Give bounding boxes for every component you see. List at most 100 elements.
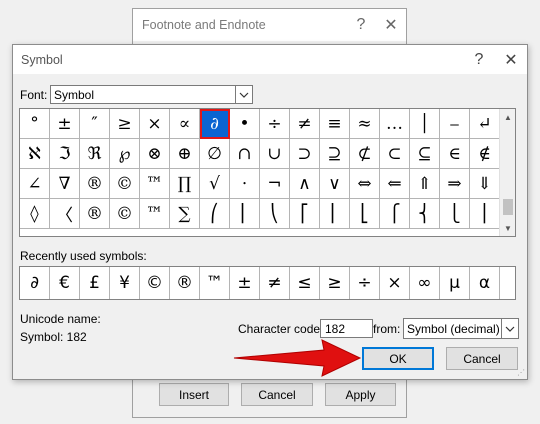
- character-code-input[interactable]: 182: [320, 319, 373, 338]
- symbol-cell[interactable]: ∂: [200, 109, 230, 139]
- resize-grip-icon[interactable]: ⋰: [517, 368, 525, 377]
- recent-symbol-cell[interactable]: ≥: [320, 267, 350, 299]
- symbol-cell[interactable]: ↵: [470, 109, 500, 139]
- symbol-cell[interactable]: ⎣: [350, 199, 380, 229]
- footnote-close-icon[interactable]: ✕: [376, 15, 406, 35]
- symbol-cell[interactable]: ℘: [110, 139, 140, 169]
- symbol-cell[interactable]: ⎜: [230, 199, 260, 229]
- symbol-cell[interactable]: ∝: [170, 109, 200, 139]
- font-combobox[interactable]: Symbol: [50, 85, 253, 104]
- recent-symbol-cell[interactable]: €: [50, 267, 80, 299]
- symbol-cell[interactable]: ⊆: [410, 139, 440, 169]
- symbol-cell[interactable]: ™: [140, 199, 170, 229]
- from-chevron-down-icon[interactable]: [501, 319, 518, 338]
- symbol-cell[interactable]: ℜ: [80, 139, 110, 169]
- symbol-cell[interactable]: ⊂: [380, 139, 410, 169]
- symbol-cell[interactable]: …: [380, 109, 410, 139]
- footnote-help-icon[interactable]: ?: [346, 16, 376, 34]
- symbol-cell[interactable]: ⋅: [230, 169, 260, 199]
- recent-symbol-cell[interactable]: ≤: [290, 267, 320, 299]
- symbol-cell[interactable]: ∅: [200, 139, 230, 169]
- symbol-cell[interactable]: ⊕: [170, 139, 200, 169]
- symbol-cell[interactable]: ⇒: [440, 169, 470, 199]
- recent-symbol-cell[interactable]: ±: [230, 267, 260, 299]
- symbol-cell[interactable]: ⎡: [290, 199, 320, 229]
- recent-symbol-cell[interactable]: £: [80, 267, 110, 299]
- symbol-cell[interactable]: ⎧: [380, 199, 410, 229]
- recent-symbol-cell[interactable]: ©: [140, 267, 170, 299]
- font-dropdown-chevron-icon[interactable]: [235, 85, 253, 104]
- symbol-cell[interactable]: ⎪: [470, 199, 500, 229]
- symbol-cell[interactable]: ⇓: [470, 169, 500, 199]
- symbol-cell[interactable]: ∪: [260, 139, 290, 169]
- symbol-cell[interactable]: ∑: [170, 199, 200, 229]
- footnote-cancel-button[interactable]: Cancel: [241, 383, 313, 406]
- symbol-cell[interactable]: ®: [80, 199, 110, 229]
- recent-symbol-cell[interactable]: µ: [440, 267, 470, 299]
- recent-symbol-cell[interactable]: ¥: [110, 267, 140, 299]
- symbol-cell[interactable]: ℑ: [50, 139, 80, 169]
- symbol-cell[interactable]: ¬: [260, 169, 290, 199]
- symbol-cell[interactable]: ∧: [290, 169, 320, 199]
- apply-button[interactable]: Apply: [325, 383, 396, 406]
- symbol-cell[interactable]: ©: [110, 169, 140, 199]
- symbol-cell[interactable]: ⇔: [350, 169, 380, 199]
- recent-symbol-cell[interactable]: ≠: [260, 267, 290, 299]
- cancel-button[interactable]: Cancel: [446, 347, 518, 370]
- recent-symbol-cell[interactable]: α: [470, 267, 500, 299]
- recent-symbol-cell[interactable]: ∞: [410, 267, 440, 299]
- symbol-cell[interactable]: ⎢: [320, 199, 350, 229]
- symbol-cell[interactable]: ©: [110, 199, 140, 229]
- recent-symbol-cell[interactable]: ®: [170, 267, 200, 299]
- symbol-cell[interactable]: °: [20, 109, 50, 139]
- symbol-cell[interactable]: ⎩: [440, 199, 470, 229]
- recent-symbol-cell[interactable]: ∂: [20, 267, 50, 299]
- symbol-cell[interactable]: ∈: [440, 139, 470, 169]
- symbol-cell[interactable]: ∠: [20, 169, 50, 199]
- from-select[interactable]: Symbol (decimal): [403, 318, 519, 339]
- symbol-cell[interactable]: ⎯: [440, 109, 470, 139]
- scroll-down-icon[interactable]: ▼: [500, 220, 515, 236]
- symbol-cell[interactable]: •: [230, 109, 260, 139]
- symbol-cell[interactable]: ⎨: [410, 199, 440, 229]
- symbol-cell[interactable]: ±: [50, 109, 80, 139]
- symbol-cell[interactable]: 〈: [50, 199, 80, 229]
- symbol-cell[interactable]: ×: [140, 109, 170, 139]
- symbol-cell[interactable]: ∏: [170, 169, 200, 199]
- symbol-cell[interactable]: ÷: [260, 109, 290, 139]
- recent-symbol-cell[interactable]: ™: [200, 267, 230, 299]
- symbol-cell[interactable]: ®: [80, 169, 110, 199]
- symbol-cell[interactable]: ∨: [320, 169, 350, 199]
- close-icon[interactable]: ✕: [495, 50, 527, 70]
- recent-symbol-cell[interactable]: ÷: [350, 267, 380, 299]
- symbol-cell[interactable]: ≡: [320, 109, 350, 139]
- scroll-up-icon[interactable]: ▲: [500, 109, 515, 125]
- symbol-cell[interactable]: ⊇: [320, 139, 350, 169]
- symbol-cell[interactable]: ″: [80, 109, 110, 139]
- symbol-cell[interactable]: ⎛: [200, 199, 230, 229]
- symbol-cell[interactable]: ∉: [470, 139, 500, 169]
- symbol-cell[interactable]: ≥: [110, 109, 140, 139]
- help-icon[interactable]: ?: [463, 51, 495, 69]
- insert-button[interactable]: Insert: [159, 383, 229, 406]
- symbol-cell[interactable]: ⇐: [380, 169, 410, 199]
- symbol-cell[interactable]: ≠: [290, 109, 320, 139]
- symbol-cell[interactable]: ℵ: [20, 139, 50, 169]
- scroll-thumb[interactable]: [503, 199, 513, 215]
- recent-symbol-cell[interactable]: ×: [380, 267, 410, 299]
- ok-button[interactable]: OK: [362, 347, 434, 370]
- symbol-cell[interactable]: ⎝: [260, 199, 290, 229]
- symbol-cell[interactable]: ⊄: [350, 139, 380, 169]
- symbol-cell[interactable]: ◊: [20, 199, 50, 229]
- symbol-cell[interactable]: √: [200, 169, 230, 199]
- symbol-cell[interactable]: ≈: [350, 109, 380, 139]
- symbol-cell[interactable]: │: [410, 109, 440, 139]
- symbol-cell[interactable]: ⇑: [410, 169, 440, 199]
- symbol-grid-scrollbar[interactable]: ▲ ▼: [499, 109, 515, 236]
- symbol-cell[interactable]: ⊃: [290, 139, 320, 169]
- symbol-cell[interactable]: ⊗: [140, 139, 170, 169]
- symbol-cell[interactable]: ∩: [230, 139, 260, 169]
- symbol-cell[interactable]: ™: [140, 169, 170, 199]
- symbol-cell[interactable]: ∇: [50, 169, 80, 199]
- symbol-grid[interactable]: ° ± ″ ≥ × ∝ ∂ • ÷ ≠ ≡ ≈… │ ⎯ ↵ ℵ ℑ ℜ ℘ ⊗ ⊕ ∅ ∩ ∪ ⊃ ⊇ ⊄ ⊂ ⊆ ∈ ∉ ∠ ∇ ® © ™ ∏ √ ⋅…: [19, 108, 516, 237]
